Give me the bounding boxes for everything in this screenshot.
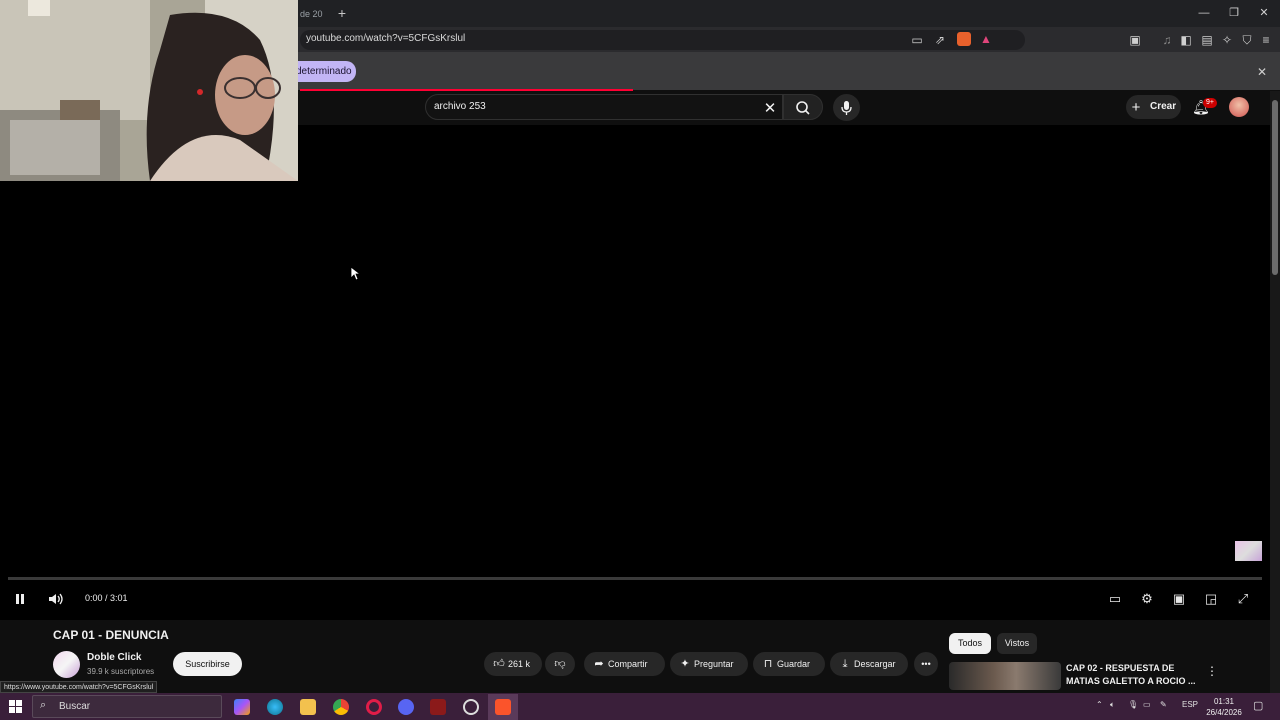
subscribe-button[interactable]: Suscribirse <box>173 652 242 676</box>
video-time: 0:00 / 3:01 <box>85 593 128 603</box>
save-label: Guardar <box>777 659 811 669</box>
video-player[interactable] <box>0 125 1270 620</box>
address-text: youtube.com/watch?v=5CFGsKrslul <box>306 33 466 44</box>
like-icon: 👍︎ <box>493 658 505 670</box>
close-window-button[interactable]: ✕ <box>1253 4 1275 22</box>
status-url: https://www.youtube.com/watch?v=5CFGsKrs… <box>0 681 158 693</box>
sidebar-icon[interactable]: ◧ <box>1179 33 1193 47</box>
scrollbar-thumb[interactable] <box>1272 100 1278 275</box>
pause-button[interactable] <box>12 591 28 611</box>
webcam-image <box>0 0 298 181</box>
microphone-tray-icon[interactable]: 🎙︎ <box>1128 700 1138 709</box>
voice-search-button[interactable] <box>833 94 860 121</box>
vpn-icon[interactable]: ⛉ <box>1240 33 1254 48</box>
ask-button[interactable]: ✦ Preguntar <box>670 652 748 676</box>
close-info-button[interactable]: ✕ <box>1255 65 1269 79</box>
mouse-cursor <box>350 266 360 281</box>
wallet-icon[interactable]: ▤ <box>1200 33 1214 47</box>
channel-watermark[interactable] <box>1235 541 1262 561</box>
volume-icon <box>49 593 63 605</box>
dislike-icon: 👎︎ <box>554 658 566 670</box>
like-count: 261 k <box>508 659 531 669</box>
more-actions-button[interactable]: ••• <box>914 652 938 676</box>
opera-icon[interactable] <box>366 699 382 715</box>
language-indicator[interactable]: ESP <box>1182 700 1198 709</box>
more-icon: ••• <box>921 659 931 669</box>
recommendation-menu-icon[interactable]: ⋮ <box>1205 664 1219 678</box>
windows-start-icon[interactable] <box>9 700 22 718</box>
leo-ai-icon[interactable]: ✧ <box>1220 33 1234 47</box>
minimize-button[interactable]: — <box>1193 4 1215 22</box>
sidebar-tab-icon[interactable]: ▣ <box>1128 33 1142 47</box>
save-button[interactable]: ⊓ Guardar <box>753 652 825 676</box>
file-explorer-icon[interactable] <box>300 699 316 715</box>
tray-chevron-icon[interactable]: ⌃ <box>1096 700 1103 709</box>
share-icon: ➦ <box>594 658 604 670</box>
create-label: Crear <box>1150 101 1177 112</box>
screen-icon[interactable]: ▭ <box>910 33 924 47</box>
plus-icon: + <box>1131 99 1141 116</box>
clear-icon[interactable]: ✕ <box>762 99 778 117</box>
notification-badge: 9+ <box>1203 98 1217 108</box>
account-avatar[interactable] <box>1229 97 1249 117</box>
taskbar-search-icon: ⌕ <box>40 699 47 711</box>
sparkle-icon: ✦ <box>680 658 690 670</box>
search-icon <box>796 101 810 115</box>
share-label: Compartir <box>608 659 648 669</box>
recommendation-title[interactable]: CAP 02 - RESPUESTA DE MATIAS GALETTO A R… <box>1066 662 1196 688</box>
notification-center-icon[interactable]: ▢ <box>1253 699 1263 712</box>
taskbar-clock[interactable]: 01:31 26/4/2026 <box>1203 696 1245 718</box>
cast-icon[interactable]: ◲ <box>1202 591 1220 607</box>
mic-icon <box>841 101 852 115</box>
dislike-button[interactable]: 👎︎ <box>545 652 575 676</box>
clock-date: 26/4/2026 <box>1206 708 1242 717</box>
like-button[interactable]: 👍︎ 261 k <box>484 652 542 676</box>
bookmark-icon: ⊓ <box>763 658 773 670</box>
clock-time: 01:31 <box>1213 697 1235 706</box>
rewards-icon[interactable]: ▲ <box>979 32 993 46</box>
download-label: Descargar <box>854 659 896 669</box>
channel-avatar[interactable] <box>53 651 80 678</box>
download-button[interactable]: ⤓ Descargar <box>830 652 908 676</box>
volume-button[interactable] <box>47 591 65 611</box>
ask-label: Preguntar <box>694 659 734 669</box>
settings-icon[interactable]: ⚙ <box>1138 591 1156 607</box>
chip-all[interactable]: Todos <box>949 633 991 654</box>
pause-icon <box>16 594 24 604</box>
menu-icon[interactable]: ≡ <box>1259 33 1273 47</box>
copilot-icon[interactable] <box>234 699 250 715</box>
webcam-overlay <box>0 0 298 181</box>
subscriber-count: 39.9 k suscriptores <box>87 667 155 676</box>
chip-watched[interactable]: Vistos <box>997 633 1037 654</box>
chrome-icon[interactable] <box>333 699 349 715</box>
recommendation-thumbnail[interactable] <box>949 662 1061 690</box>
music-icon[interactable]: ♫ <box>1160 33 1174 47</box>
new-tab-button[interactable]: + <box>334 4 350 22</box>
taskbar-search-placeholder: Buscar <box>59 701 91 712</box>
pen-icon[interactable]: ✎ <box>1160 700 1167 709</box>
info-pill[interactable]: determinado <box>288 61 356 82</box>
channel-name[interactable]: Doble Click <box>87 652 141 663</box>
network-icon[interactable]: ▭ <box>1143 700 1151 709</box>
seek-bar[interactable] <box>8 577 1262 580</box>
share-button[interactable]: ➦ Compartir <box>584 652 665 676</box>
edge-icon[interactable] <box>267 699 283 715</box>
speaker-icon[interactable]: 🔈︎ <box>1110 700 1115 710</box>
screen: de 20 + — ❐ ✕ youtube.com/watch?v=5CFGsK… <box>0 0 1280 720</box>
discord-icon[interactable] <box>398 699 414 715</box>
app-icon[interactable] <box>430 699 446 715</box>
restore-button[interactable]: ❐ <box>1223 4 1245 22</box>
fullscreen-icon[interactable]: ⤢ <box>1234 591 1252 607</box>
search-button[interactable] <box>783 94 823 120</box>
theater-icon[interactable]: ▣ <box>1170 591 1188 607</box>
share-page-icon[interactable]: ⇗ <box>933 33 947 47</box>
brave-shield-icon[interactable] <box>957 32 971 46</box>
search-query: archivo 253 <box>434 101 486 112</box>
brave-icon[interactable] <box>495 699 511 715</box>
captions-icon[interactable]: ▭ <box>1106 591 1124 607</box>
download-icon: ⤓ <box>842 658 848 670</box>
obs-icon[interactable] <box>463 699 479 715</box>
video-title: CAP 01 - DENUNCIA <box>53 628 169 642</box>
